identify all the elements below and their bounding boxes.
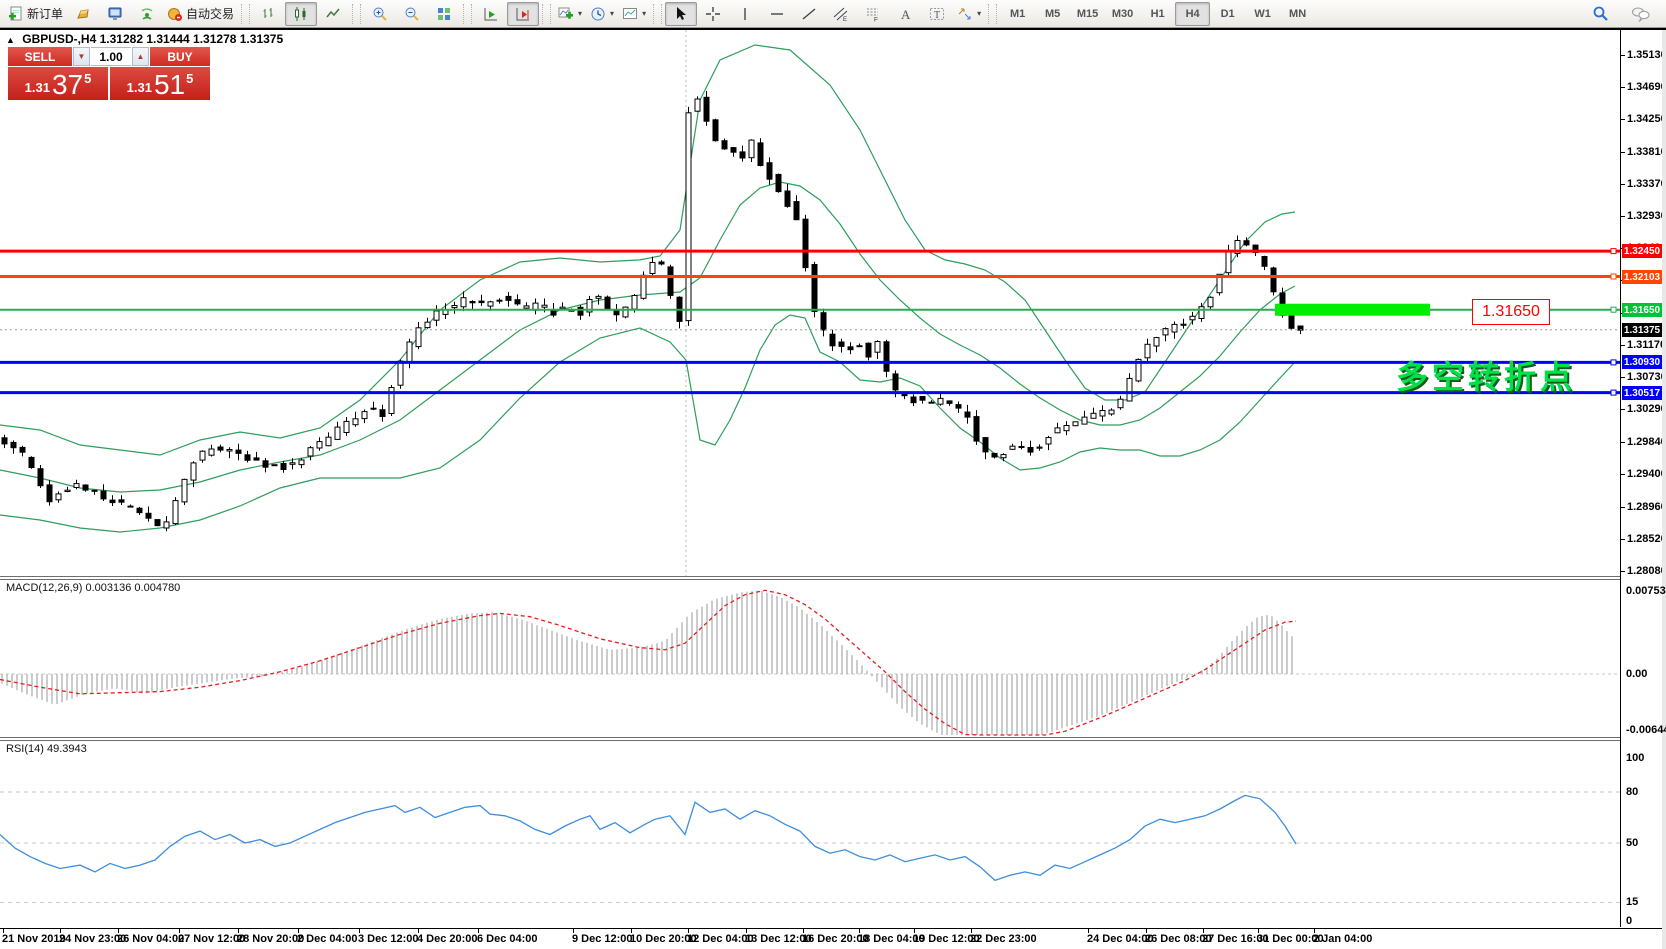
price-badge-1.31375: 1.31375 — [1622, 323, 1662, 337]
time-tick-label: 27 Nov 12:00 — [178, 933, 245, 945]
price-tick-mark — [1621, 119, 1625, 120]
price-tick-label: 1.28080 — [1627, 565, 1666, 577]
volume-input[interactable] — [91, 47, 131, 66]
highlight-rectangle[interactable] — [1275, 304, 1430, 316]
sell-price-prefix: 1.31 — [25, 80, 50, 95]
price-badge-1.32103: 1.32103 — [1622, 270, 1662, 284]
symbol-title: GBPUSD-,H4 — [22, 32, 96, 46]
hline-anchor-1.30517[interactable] — [1611, 390, 1616, 395]
volume-increase-button[interactable]: ▲ — [132, 47, 149, 66]
price-badge-1.32450: 1.32450 — [1622, 244, 1662, 258]
time-tick-label: 4 Dec 20:00 — [417, 933, 478, 945]
price-tick-label: 1.29840 — [1627, 436, 1666, 448]
ohlc-values: 1.31282 1.31444 1.31278 1.31375 — [100, 32, 284, 46]
chart-annotation-text[interactable]: 多空转折点 — [1396, 352, 1576, 398]
price-tick-label: 1.28960 — [1627, 501, 1666, 513]
time-tick-label: 26 Nov 04:00 — [117, 933, 184, 945]
price-tick-label: 1.28520 — [1627, 533, 1666, 545]
price-tick-mark — [1621, 377, 1625, 378]
buy-price-tile[interactable]: 1.31 51 5 — [110, 67, 210, 100]
buy-price-big: 51 — [154, 72, 185, 98]
price-tick-mark — [1621, 55, 1625, 56]
rsi-axis-80: 80 — [1626, 786, 1638, 798]
price-tick-mark — [1621, 87, 1625, 88]
price-tick-label: 1.33810 — [1627, 146, 1666, 158]
rsi-axis-15: 15 — [1626, 896, 1638, 908]
time-tick-label: 12 Dec 04:00 — [687, 933, 754, 945]
time-tick-label: 22 Dec 23:00 — [970, 933, 1037, 945]
mt4-window: 新订单自动交易▾▾▾EFAT▾M1M5M15M30H1H4D1W1MN 1.35… — [0, 0, 1666, 949]
price-tick-label: 1.30730 — [1627, 371, 1666, 383]
price-tick-mark — [1621, 216, 1625, 217]
hline-anchor-1.3093[interactable] — [1611, 360, 1616, 365]
collapse-panel-icon[interactable]: ▲ — [6, 35, 15, 45]
macd-rsi-splitter[interactable] — [0, 737, 1666, 741]
volume-decrease-button[interactable]: ▼ — [73, 47, 90, 66]
macd-axis-zero: 0.00 — [1626, 668, 1647, 680]
bollinger-lower-band[interactable] — [0, 315, 1295, 532]
sell-price-sup: 5 — [84, 71, 91, 86]
rsi-line — [0, 795, 1296, 880]
time-tick-label: 21 Nov 2019 — [2, 933, 66, 945]
price-badge-1.30930: 1.30930 — [1622, 355, 1662, 369]
time-axis[interactable]: 21 Nov 201924 Nov 23:0026 Nov 04:0027 No… — [0, 928, 1666, 949]
macd-axis-max: 0.007538 — [1626, 585, 1666, 597]
hline-anchor-1.3245[interactable] — [1611, 249, 1616, 254]
price-badge-1.30517: 1.30517 — [1622, 386, 1662, 400]
time-tick-label: 3 Dec 12:00 — [358, 933, 419, 945]
time-tick-label: 6 Dec 04:00 — [477, 933, 538, 945]
buy-button[interactable]: BUY — [150, 47, 210, 66]
price-tick-mark — [1621, 409, 1625, 410]
price-tick-mark — [1621, 571, 1625, 572]
rsi-axis-50: 50 — [1626, 837, 1638, 849]
hline-anchor-1.3165[interactable] — [1611, 307, 1616, 312]
main-macd-splitter[interactable] — [0, 576, 1666, 580]
price-tick-label: 1.29400 — [1627, 468, 1666, 480]
one-click-trading-panel: SELL ▼ ▲ BUY 1.31 37 5 1.31 51 5 — [8, 47, 210, 100]
price-tick-mark — [1621, 539, 1625, 540]
time-tick-label: 24 Dec 04:00 — [1087, 933, 1154, 945]
price-tick-label: 1.34690 — [1627, 81, 1666, 93]
buy-price-sup: 5 — [186, 71, 193, 86]
sell-button[interactable]: SELL — [8, 47, 72, 66]
price-tick-label: 1.34250 — [1627, 113, 1666, 125]
sell-price-tile[interactable]: 1.31 37 5 — [8, 67, 108, 100]
macd-histogram — [2, 591, 1292, 735]
buy-price-prefix: 1.31 — [127, 80, 152, 95]
macd-axis-min: -0.006446 — [1626, 724, 1666, 736]
bollinger-middle-band[interactable] — [0, 182, 1295, 492]
price-tick-label: 1.32930 — [1627, 210, 1666, 222]
price-tick-label: 1.31170 — [1627, 339, 1666, 351]
time-tick-label: 9 Dec 12:00 — [572, 933, 633, 945]
symbol-ohlc-line: ▲ GBPUSD-,H4 1.31282 1.31444 1.31278 1.3… — [6, 32, 283, 46]
time-tick-label: 28 Nov 20:00 — [237, 933, 304, 945]
rsi-indicator-label: RSI(14) 49.3943 — [6, 743, 87, 755]
price-tick-label: 1.30290 — [1627, 403, 1666, 415]
hline-anchor-1.32103[interactable] — [1611, 274, 1616, 279]
candlestick-series[interactable] — [2, 91, 1303, 531]
rsi-axis-0: 0 — [1626, 915, 1632, 927]
sell-price-big: 37 — [52, 72, 83, 98]
price-tick-label: 1.35130 — [1627, 49, 1666, 61]
chart-surface[interactable] — [0, 0, 1666, 949]
price-badge-1.31650: 1.31650 — [1622, 303, 1662, 317]
price-tick-mark — [1621, 507, 1625, 508]
price-tick-mark — [1621, 345, 1625, 346]
price-tick-mark — [1621, 442, 1625, 443]
time-tick-label: 2 Dec 04:00 — [297, 933, 358, 945]
price-tick-mark — [1621, 474, 1625, 475]
price-tick-mark — [1621, 152, 1625, 153]
macd-indicator-label: MACD(12,26,9) 0.003136 0.004780 — [6, 582, 180, 594]
window-edge — [1662, 30, 1666, 949]
time-tick-label: 2 Jan 04:00 — [1313, 933, 1372, 945]
price-level-label[interactable]: 1.31650 — [1472, 299, 1550, 325]
price-tick-label: 1.33370 — [1627, 178, 1666, 190]
price-tick-mark — [1621, 184, 1625, 185]
rsi-axis-100: 100 — [1626, 752, 1644, 764]
